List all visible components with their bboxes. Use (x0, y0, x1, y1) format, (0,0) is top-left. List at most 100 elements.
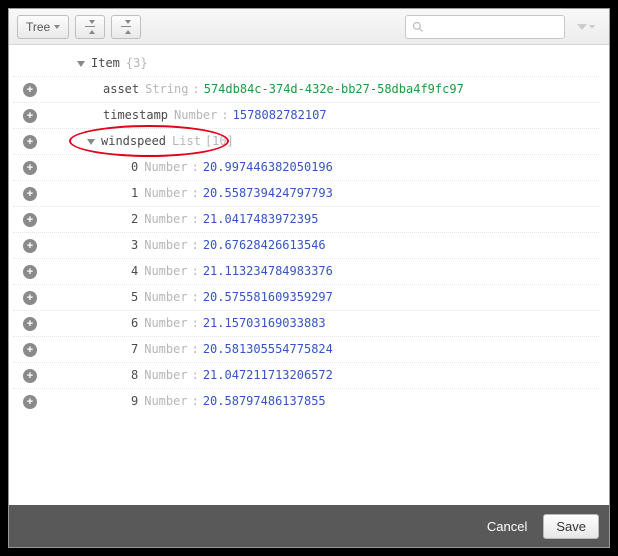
item-index: 6 (131, 311, 138, 336)
tree-node-windspeed[interactable]: + windspeed List [10] (13, 129, 599, 155)
add-button[interactable]: + (23, 265, 37, 279)
field-name: asset (103, 77, 139, 102)
item-type: Number (144, 363, 187, 388)
separator: : (192, 77, 199, 102)
separator: : (192, 207, 199, 232)
tree-panel: + Item {3} + asset String : 574db84c-374… (9, 45, 609, 505)
tree-node-timestamp[interactable]: + timestamp Number : 1578082782107 (13, 103, 599, 129)
item-index: 5 (131, 285, 138, 310)
item-index: 4 (131, 259, 138, 284)
item-type: Number (144, 311, 187, 336)
filter-dropdown[interactable] (571, 15, 601, 39)
search-icon (412, 21, 424, 33)
chevron-down-icon (589, 25, 595, 29)
node-name: Item (91, 51, 120, 76)
add-button[interactable]: + (23, 213, 37, 227)
tree-node-root[interactable]: + Item {3} (13, 51, 599, 77)
field-value[interactable]: 574db84c-374d-432e-bb27-58dba4f9fc97 (204, 77, 464, 102)
expand-icon (83, 20, 97, 34)
item-type: Number (144, 207, 187, 232)
collapse-icon (119, 20, 133, 34)
node-count: {3} (126, 51, 148, 76)
dialog-footer: Cancel Save (9, 505, 609, 547)
item-value[interactable]: 21.047211713206572 (203, 363, 333, 388)
separator: : (192, 285, 199, 310)
tree-node-list-item[interactable]: +9Number:20.58797486137855 (13, 389, 599, 415)
item-type: Number (144, 285, 187, 310)
item-type: Number (144, 181, 187, 206)
item-value[interactable]: 20.58797486137855 (203, 389, 326, 414)
add-button[interactable]: + (23, 109, 37, 123)
toolbar: Tree (9, 9, 609, 45)
separator: : (192, 311, 199, 336)
item-value[interactable]: 21.0417483972395 (203, 207, 319, 232)
field-type: String (145, 77, 188, 102)
item-type: Number (144, 259, 187, 284)
separator: : (192, 155, 199, 180)
tree-node-list-item[interactable]: +2Number:21.0417483972395 (13, 207, 599, 233)
item-index: 3 (131, 233, 138, 258)
separator: : (192, 233, 199, 258)
tree-node-list-item[interactable]: +0Number:20.997446382050196 (13, 155, 599, 181)
search-box[interactable] (405, 15, 565, 39)
expand-all-button[interactable] (75, 15, 105, 39)
tree-node-list-item[interactable]: +7Number:20.581305554775824 (13, 337, 599, 363)
item-type: Number (144, 389, 187, 414)
item-type: Number (144, 155, 187, 180)
tree-node-asset[interactable]: + asset String : 574db84c-374d-432e-bb27… (13, 77, 599, 103)
item-index: 0 (131, 155, 138, 180)
node-count: [10] (205, 129, 234, 154)
cancel-button[interactable]: Cancel (481, 518, 533, 535)
tree-node-list-item[interactable]: +8Number:21.047211713206572 (13, 363, 599, 389)
disclosure-triangle-icon[interactable] (87, 139, 95, 145)
add-button[interactable]: + (23, 291, 37, 305)
item-index: 7 (131, 337, 138, 362)
collapse-all-button[interactable] (111, 15, 141, 39)
field-value[interactable]: 1578082782107 (233, 103, 327, 128)
add-button[interactable]: + (23, 187, 37, 201)
separator: : (192, 363, 199, 388)
item-index: 8 (131, 363, 138, 388)
item-value[interactable]: 20.997446382050196 (203, 155, 333, 180)
add-button[interactable]: + (23, 343, 37, 357)
separator: : (192, 389, 199, 414)
triangle-down-icon (577, 24, 587, 30)
tree-node-list-item[interactable]: +5Number:20.575581609359297 (13, 285, 599, 311)
disclosure-triangle-icon[interactable] (77, 61, 85, 67)
item-value[interactable]: 20.558739424797793 (203, 181, 333, 206)
add-button[interactable]: + (23, 161, 37, 175)
item-value[interactable]: 21.113234784983376 (203, 259, 333, 284)
add-button[interactable]: + (23, 135, 37, 149)
separator: : (192, 181, 199, 206)
view-mode-label: Tree (26, 20, 50, 34)
item-value[interactable]: 20.67628426613546 (203, 233, 326, 258)
save-button[interactable]: Save (543, 514, 599, 539)
tree-node-list-item[interactable]: +3Number:20.67628426613546 (13, 233, 599, 259)
tree-node-list-item[interactable]: +6Number:21.15703169033883 (13, 311, 599, 337)
add-button[interactable]: + (23, 239, 37, 253)
item-value[interactable]: 21.15703169033883 (203, 311, 326, 336)
separator: : (192, 337, 199, 362)
item-index: 9 (131, 389, 138, 414)
field-name: timestamp (103, 103, 168, 128)
separator: : (221, 103, 228, 128)
item-type: Number (144, 337, 187, 362)
tree-node-list-item[interactable]: +4Number:21.113234784983376 (13, 259, 599, 285)
field-name: windspeed (101, 129, 166, 154)
tree-node-list-item[interactable]: +1Number:20.558739424797793 (13, 181, 599, 207)
search-input[interactable] (428, 19, 558, 35)
separator: : (192, 259, 199, 284)
item-value[interactable]: 20.575581609359297 (203, 285, 333, 310)
item-index: 1 (131, 181, 138, 206)
json-editor-dialog: Tree + Item {3} (8, 8, 610, 548)
add-button[interactable]: + (23, 369, 37, 383)
item-value[interactable]: 20.581305554775824 (203, 337, 333, 362)
chevron-down-icon (54, 25, 60, 29)
item-index: 2 (131, 207, 138, 232)
add-button[interactable]: + (23, 395, 37, 409)
view-mode-dropdown[interactable]: Tree (17, 15, 69, 39)
item-type: Number (144, 233, 187, 258)
field-type: List (172, 129, 201, 154)
add-button[interactable]: + (23, 317, 37, 331)
add-button[interactable]: + (23, 83, 37, 97)
